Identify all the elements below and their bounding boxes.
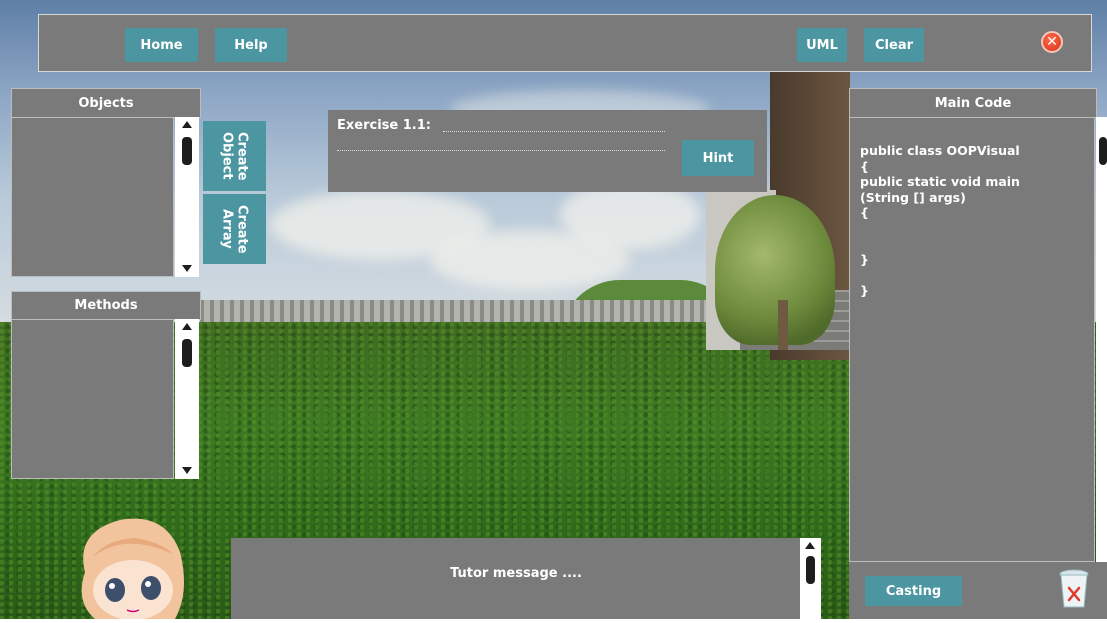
scroll-thumb[interactable] (806, 556, 815, 584)
scroll-thumb[interactable] (182, 137, 192, 165)
methods-scrollbar[interactable] (175, 319, 199, 479)
scroll-up-arrow-icon[interactable] (805, 542, 815, 549)
willow-tree (715, 195, 835, 345)
scroll-thumb[interactable] (182, 339, 192, 367)
casting-button[interactable]: Casting (865, 576, 962, 606)
help-button[interactable]: Help (215, 28, 287, 62)
methods-header: Methods (11, 291, 201, 320)
tutor-avatar (65, 512, 195, 620)
tutor-message-panel: Tutor message .... (231, 538, 821, 619)
scroll-up-arrow-icon[interactable] (182, 121, 192, 128)
hint-button[interactable]: Hint (682, 140, 754, 176)
create-object-button[interactable]: Create Object (203, 121, 266, 191)
main-code-text: public class OOPVisual { public static v… (860, 143, 1020, 298)
objects-scrollbar[interactable] (175, 117, 199, 277)
tutor-message-text: Tutor message .... (450, 566, 582, 581)
create-object-label: Create Object (219, 131, 250, 181)
uml-button[interactable]: UML (797, 28, 847, 62)
exercise-text-line (443, 131, 665, 132)
main-code-header: Main Code (849, 88, 1097, 118)
create-array-label: Create Array (219, 204, 250, 254)
exercise-title: Exercise 1.1: (337, 118, 431, 133)
scroll-up-arrow-icon[interactable] (182, 323, 192, 330)
tutor-scrollbar[interactable] (800, 538, 821, 619)
exercise-text-line (337, 150, 665, 151)
scroll-thumb[interactable] (1099, 137, 1107, 165)
home-button[interactable]: Home (125, 28, 198, 62)
create-array-button[interactable]: Create Array (203, 194, 266, 264)
methods-list[interactable] (11, 319, 174, 479)
scroll-down-arrow-icon[interactable] (182, 265, 192, 272)
close-icon[interactable]: ✕ (1041, 31, 1063, 53)
clear-button[interactable]: Clear (864, 28, 924, 62)
code-scrollbar[interactable] (1096, 117, 1107, 562)
tree-trunk (778, 300, 788, 350)
objects-header: Objects (11, 88, 201, 118)
scroll-down-arrow-icon[interactable] (182, 467, 192, 474)
trash-icon[interactable] (1058, 569, 1090, 609)
objects-list[interactable] (11, 117, 174, 277)
